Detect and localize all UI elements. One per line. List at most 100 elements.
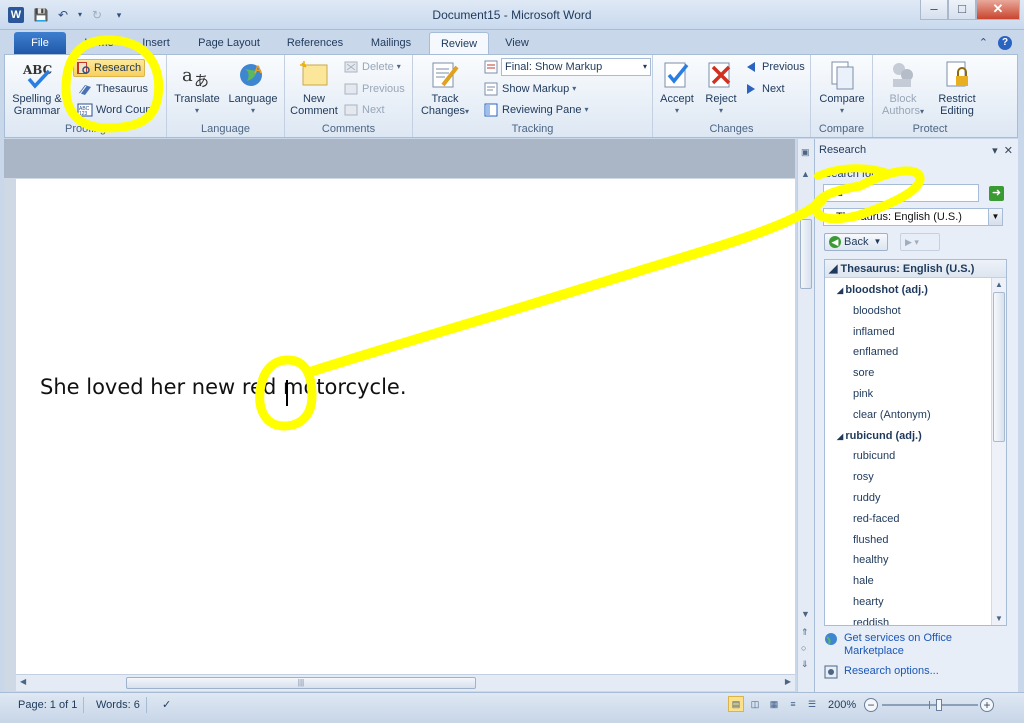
result-synonym[interactable]: healthy <box>825 550 1006 571</box>
tab-page-layout[interactable]: Page Layout <box>188 32 270 54</box>
pane-options-icon[interactable]: ▾ <box>992 145 998 157</box>
results-scroll-up-icon[interactable]: ▲ <box>995 280 1003 289</box>
previous-comment-button[interactable]: Previous <box>343 80 405 98</box>
result-synonym[interactable]: ruddy <box>825 488 1006 509</box>
results-scroll-down-icon[interactable]: ▼ <box>995 614 1003 623</box>
zoom-slider[interactable] <box>882 699 978 711</box>
document-text[interactable]: She loved her new red motorcycle. <box>40 375 407 399</box>
zoom-out-icon[interactable]: − <box>864 698 878 712</box>
next-comment-icon <box>343 102 359 118</box>
document-page[interactable]: She loved her new red motorcycle. <box>16 179 795 675</box>
result-synonym[interactable]: enflamed <box>825 342 1006 363</box>
zoom-slider-thumb[interactable] <box>936 699 942 711</box>
tab-mailings[interactable]: Mailings <box>360 32 422 54</box>
ruler-toggle-icon[interactable]: ▣ <box>801 147 810 158</box>
result-category[interactable]: ◢ rubicund (adj.) <box>825 426 1006 447</box>
draft-view-icon[interactable]: ☰ <box>804 696 820 712</box>
result-synonym[interactable]: red-faced <box>825 509 1006 530</box>
previous-change-button[interactable]: Previous <box>743 58 805 76</box>
results-scrollbar[interactable]: ▲ ▼ <box>991 278 1006 625</box>
scroll-left-icon[interactable]: ◀ <box>20 677 26 686</box>
vertical-scroll-thumb[interactable] <box>800 219 812 289</box>
delete-comment-button[interactable]: Delete ▾ <box>343 58 401 76</box>
scroll-right-icon[interactable]: ▶ <box>785 677 791 686</box>
close-icon[interactable]: ✕ <box>976 0 1020 20</box>
show-markup-button[interactable]: Show Markup ▾ <box>483 80 576 98</box>
back-dropdown-icon[interactable]: ▼ <box>873 234 881 250</box>
full-screen-reading-icon[interactable]: ◫ <box>747 696 763 712</box>
back-button[interactable]: ◀ Back ▼ <box>824 233 888 251</box>
new-comment-button[interactable]: New Comment <box>289 59 339 117</box>
result-synonym[interactable]: flushed <box>825 530 1006 551</box>
maximize-icon[interactable]: □ <box>948 0 976 20</box>
previous-page-icon[interactable]: ⇑ <box>801 627 809 638</box>
result-synonym[interactable]: sore <box>825 363 1006 384</box>
print-layout-view-icon[interactable]: ▤ <box>728 696 744 712</box>
result-synonym[interactable]: inflamed <box>825 322 1006 343</box>
result-synonym[interactable]: clear (Antonym) <box>825 405 1006 426</box>
spelling-grammar-button[interactable]: ABC Spelling & Grammar <box>11 59 63 117</box>
results-scroll-thumb[interactable] <box>993 292 1005 442</box>
result-synonym[interactable]: rosy <box>825 467 1006 488</box>
word-count[interactable]: Words: 6 <box>90 697 147 713</box>
research-search-input[interactable]: red <box>823 184 979 202</box>
vertical-scrollbar[interactable]: ▣ ▲ ▼ ⇑ ○ ⇓ <box>797 139 814 692</box>
result-synonym[interactable]: rubicund <box>825 446 1006 467</box>
forward-button[interactable]: ▶ ▾ <box>900 233 940 251</box>
track-changes-button[interactable]: Track Changes▾ <box>419 59 471 118</box>
accept-button[interactable]: Accept ▾ <box>657 59 697 117</box>
zoom-level[interactable]: 200% <box>828 697 856 713</box>
word-count-button[interactable]: ABC 123 Word Count <box>77 101 155 119</box>
help-icon[interactable]: ? <box>998 36 1012 50</box>
tab-home[interactable]: Home <box>74 32 124 54</box>
next-change-button[interactable]: Next <box>743 80 785 98</box>
compare-button[interactable]: Compare ▾ <box>817 59 867 117</box>
block-authors-icon <box>887 59 919 91</box>
zoom-in-icon[interactable]: + <box>980 698 994 712</box>
start-search-icon[interactable]: ➜ <box>989 186 1004 201</box>
tab-insert[interactable]: Insert <box>132 32 180 54</box>
thesaurus-button[interactable]: Thesaurus <box>77 80 148 98</box>
result-synonym[interactable]: hale <box>825 571 1006 592</box>
block-authors-label: Block <box>889 93 917 105</box>
result-category[interactable]: ◢ bloodshot (adj.) <box>825 280 1006 301</box>
research-options-label: Research options... <box>844 665 939 677</box>
scroll-down-icon[interactable]: ▼ <box>801 609 810 619</box>
research-options-link[interactable]: Research options... <box>824 665 939 679</box>
horizontal-scroll-thumb[interactable]: ||| <box>126 677 476 689</box>
outline-view-icon[interactable]: ≡ <box>785 696 801 712</box>
page-count[interactable]: Page: 1 of 1 <box>12 697 85 713</box>
delete-comment-icon <box>343 59 359 75</box>
next-comment-button[interactable]: Next <box>343 101 385 119</box>
language-button[interactable]: A Language ▾ <box>227 59 279 117</box>
pane-close-icon[interactable]: ✕ <box>1004 145 1013 157</box>
web-layout-icon[interactable]: ▦ <box>766 696 782 712</box>
browse-object-icon[interactable]: ○ <box>801 643 806 653</box>
block-authors-button[interactable]: Block Authors▾ <box>877 59 929 118</box>
restrict-editing-button[interactable]: Restrict Editing <box>931 59 983 117</box>
tab-references[interactable]: References <box>278 32 352 54</box>
reject-button[interactable]: Reject ▾ <box>701 59 741 117</box>
office-marketplace-link[interactable]: Get services on Office Marketplace <box>824 632 952 658</box>
reference-book-dropdown-icon[interactable]: ▼ <box>988 209 1002 225</box>
accept-label: Accept <box>660 93 694 105</box>
reference-book-select[interactable]: Thesaurus: English (U.S.) ▼ <box>823 208 1003 226</box>
research-button[interactable]: Research <box>73 59 146 77</box>
result-synonym[interactable]: bloodshot <box>825 301 1006 322</box>
proofing-status-icon[interactable]: ✓ <box>156 697 177 713</box>
scroll-up-icon[interactable]: ▲ <box>801 169 810 179</box>
result-synonym[interactable]: hearty <box>825 592 1006 613</box>
tab-view[interactable]: View <box>496 32 538 54</box>
tab-file[interactable]: File <box>14 32 66 54</box>
minimize-icon[interactable]: – <box>920 0 948 20</box>
horizontal-scrollbar[interactable]: ◀ ||| ▶ <box>16 674 795 691</box>
results-header[interactable]: ◢ Thesaurus: English (U.S.) <box>825 260 1006 278</box>
result-synonym[interactable]: reddish <box>825 613 1006 625</box>
next-page-icon[interactable]: ⇓ <box>801 659 809 670</box>
display-for-review-select[interactable]: Final: Show Markup ▾ <box>501 58 651 76</box>
tab-review[interactable]: Review <box>429 32 489 54</box>
minimize-ribbon-icon[interactable]: ⌃ <box>979 36 988 50</box>
translate-button[interactable]: aあ Translate ▾ <box>173 59 221 117</box>
reviewing-pane-button[interactable]: Reviewing Pane ▾ <box>483 101 589 119</box>
result-synonym[interactable]: pink <box>825 384 1006 405</box>
